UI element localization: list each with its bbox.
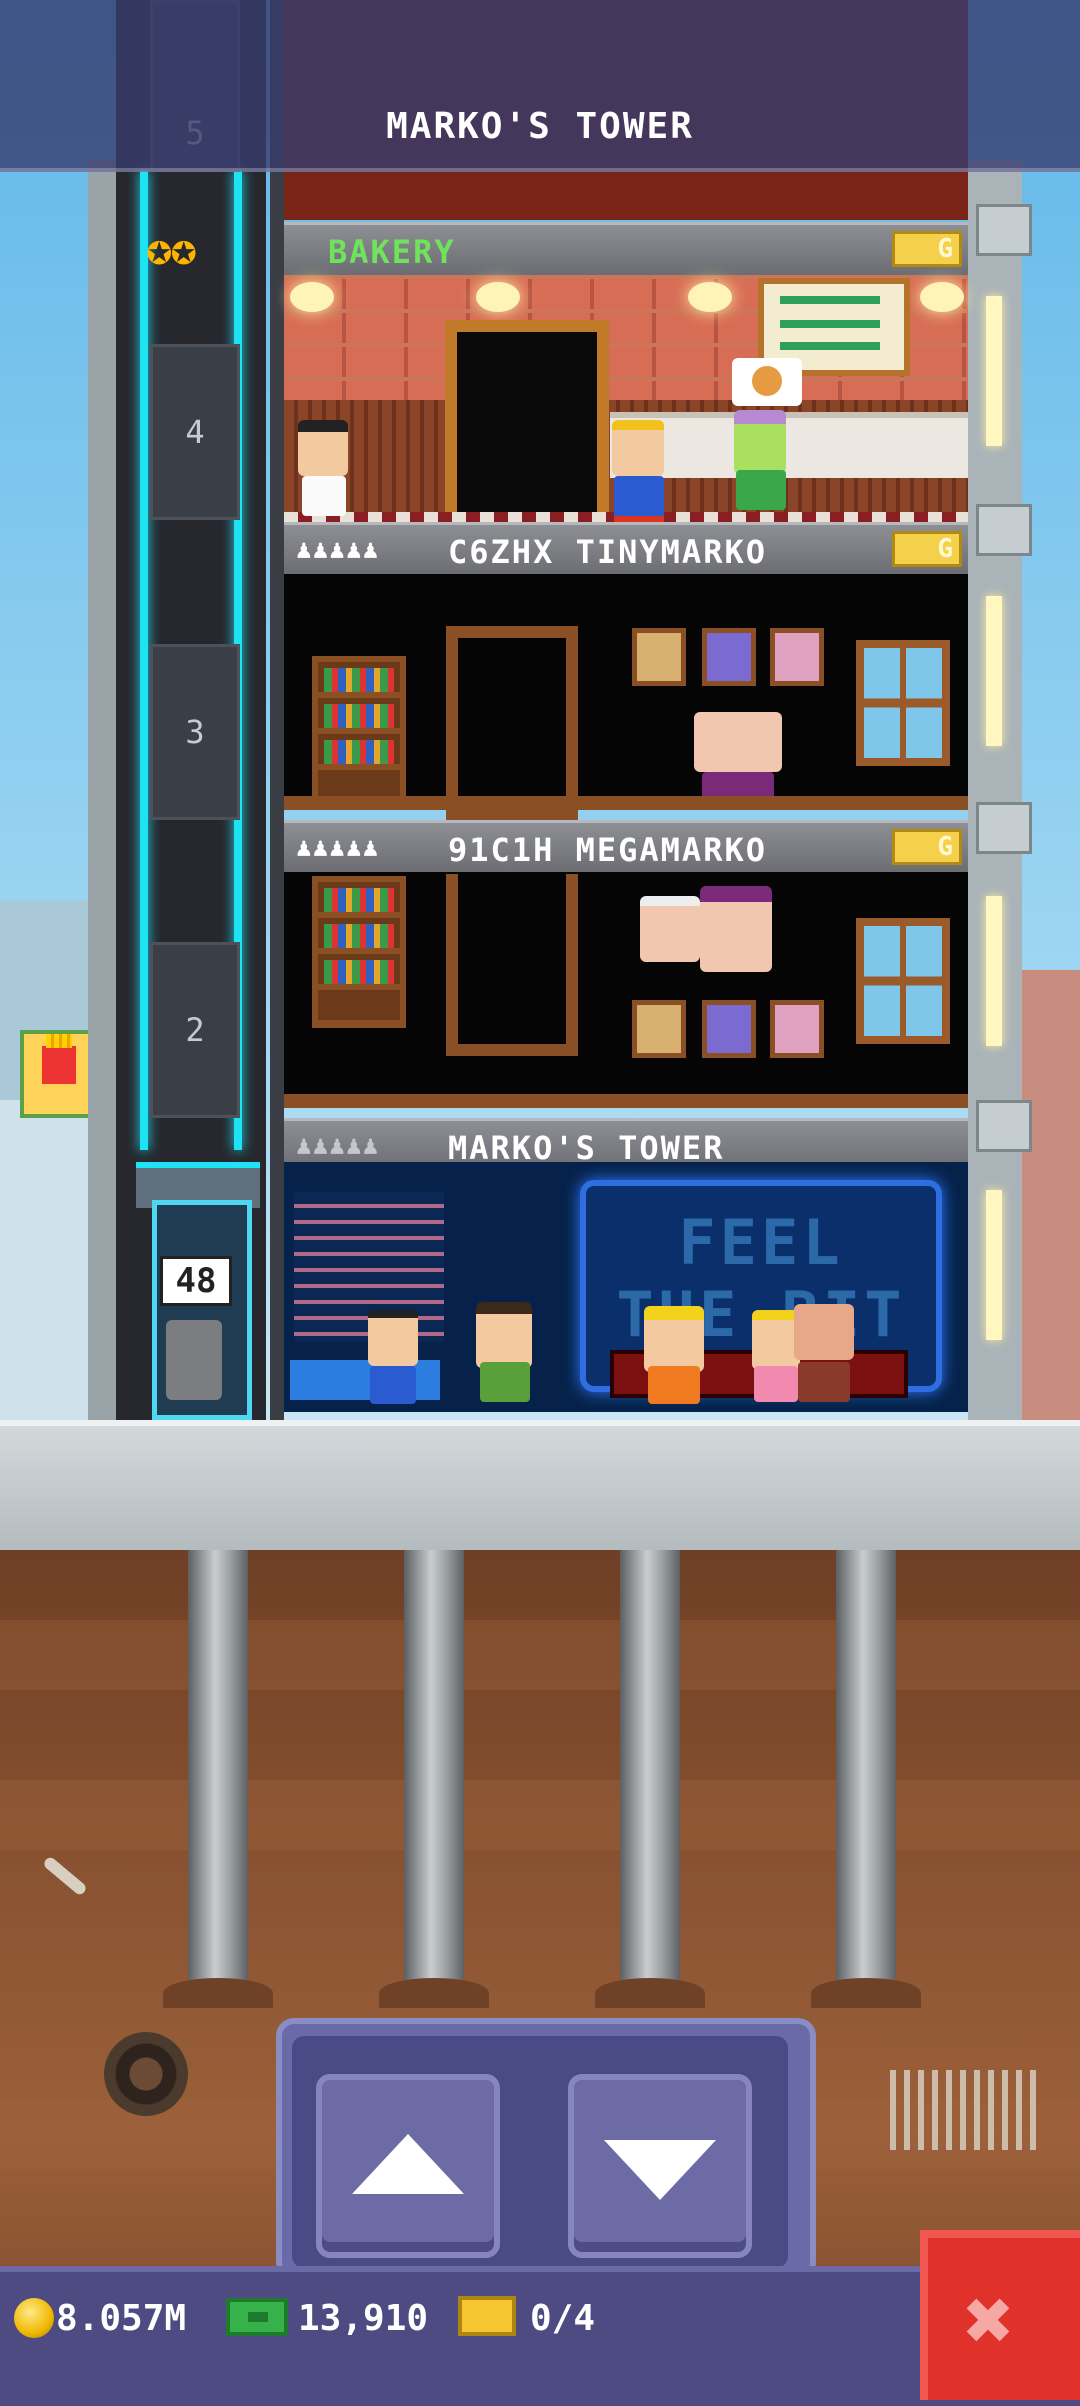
floor-number-4: 4 <box>150 344 240 520</box>
picture-frame <box>632 1000 686 1058</box>
speech-bubble[interactable] <box>732 358 802 406</box>
foundation-pillar <box>188 1550 248 1980</box>
window <box>856 918 950 1044</box>
apartment-doorway <box>446 626 578 820</box>
floor-label-megamarko[interactable]: ♟♟♟♟♟ 91C1H MEGAMARKO G <box>284 820 968 877</box>
floor-number-2: 2 <box>150 942 240 1118</box>
bookshelf <box>312 876 406 1028</box>
pillar-footing <box>595 1978 705 2008</box>
wall-cap <box>976 204 1032 256</box>
close-button[interactable]: ✖ <box>920 2230 1080 2400</box>
pillar-footing <box>811 1978 921 2008</box>
close-icon: ✖ <box>964 2271 1015 2369</box>
shaft-column <box>270 0 284 1420</box>
ground-slab <box>0 1420 1080 1562</box>
floor-upgrade-badge[interactable]: G <box>892 231 962 267</box>
resident-count-icons: ♟♟♟♟♟ <box>296 833 380 863</box>
scroll-up-button[interactable] <box>316 2074 500 2258</box>
scroll-down-button[interactable] <box>568 2074 752 2258</box>
floor-beam <box>284 1094 968 1108</box>
floor-upgrade-badge[interactable]: G <box>892 829 962 865</box>
picture-frame <box>770 1000 824 1058</box>
fries-icon <box>42 1034 76 1084</box>
elevator-rail <box>140 170 148 1150</box>
bread-icon <box>752 366 782 396</box>
wall-cap <box>976 504 1032 556</box>
picture-frame <box>702 628 756 686</box>
lobby-desk <box>290 1360 440 1400</box>
bux-icon <box>226 2298 288 2336</box>
floor-label-tinymarko[interactable]: ♟♟♟♟♟ C6ZHX TINYMARKO G <box>284 522 968 579</box>
bux-value: 13,910 <box>298 2298 429 2339</box>
wall-light <box>986 896 1002 1046</box>
lamp-icon <box>920 282 964 312</box>
golden-ticket-icon <box>458 2296 516 2336</box>
coin-icon <box>14 2298 54 2338</box>
foundation-pillar <box>836 1550 896 1980</box>
apartment-doorway <box>446 874 578 1056</box>
tower-left-wall <box>88 160 116 1420</box>
resident-count-icons: ♟♟♟♟♟ <box>296 535 380 565</box>
wall-light <box>986 596 1002 746</box>
dirt-layer <box>0 1780 1080 1850</box>
arrow-down-icon <box>604 2140 716 2200</box>
neon-sign-line: FEEL <box>678 1206 844 1279</box>
background-building <box>0 1100 90 1420</box>
floor-name: BAKERY <box>328 233 456 271</box>
picture-frame <box>632 628 686 686</box>
lamp-icon <box>290 282 334 312</box>
pillar-footing <box>379 1978 489 2008</box>
window <box>856 640 950 766</box>
dirt-layer <box>0 1620 1080 1690</box>
floor-number-3: 3 <box>150 644 240 820</box>
bakery-doorway <box>445 320 609 544</box>
picture-frame <box>702 1000 756 1058</box>
wall-light <box>986 1190 1002 1340</box>
resident-count-icons: ♟♟♟♟♟ <box>296 1131 380 1161</box>
foundation-pillar <box>404 1550 464 1980</box>
tickets-value: 0/4 <box>530 2298 596 2339</box>
floor-name: 91C1H MEGAMARKO <box>448 831 767 869</box>
floor-beam <box>284 796 968 810</box>
picture-frame <box>770 628 824 686</box>
buried-tire <box>104 2032 188 2116</box>
wall-light <box>986 296 1002 446</box>
arrow-up-icon <box>352 2134 464 2194</box>
foundation-pillar <box>620 1550 680 1980</box>
floor-name: C6ZHX TINYMARKO <box>448 533 767 571</box>
elevator-rider-count: 48 <box>160 1256 232 1306</box>
bookshelf <box>312 656 406 808</box>
floor-label-bakery[interactable]: BAKERY G <box>284 222 968 279</box>
floor-upgrade-badge[interactable]: G <box>892 531 962 567</box>
coins-value: 8.057M <box>56 2298 187 2339</box>
dinosaur-fossil <box>890 2070 1040 2150</box>
wall-cap <box>976 1100 1032 1152</box>
elevator-rider[interactable] <box>166 1320 222 1400</box>
pillar-footing <box>163 1978 273 2008</box>
lamp-icon <box>476 282 520 312</box>
wall-cap <box>976 802 1032 854</box>
tower-title: MARKO'S TOWER <box>386 106 694 147</box>
lamp-icon <box>688 282 732 312</box>
star-rating-icon: ✪✪ <box>146 224 197 275</box>
fries-billboard <box>20 1030 98 1118</box>
